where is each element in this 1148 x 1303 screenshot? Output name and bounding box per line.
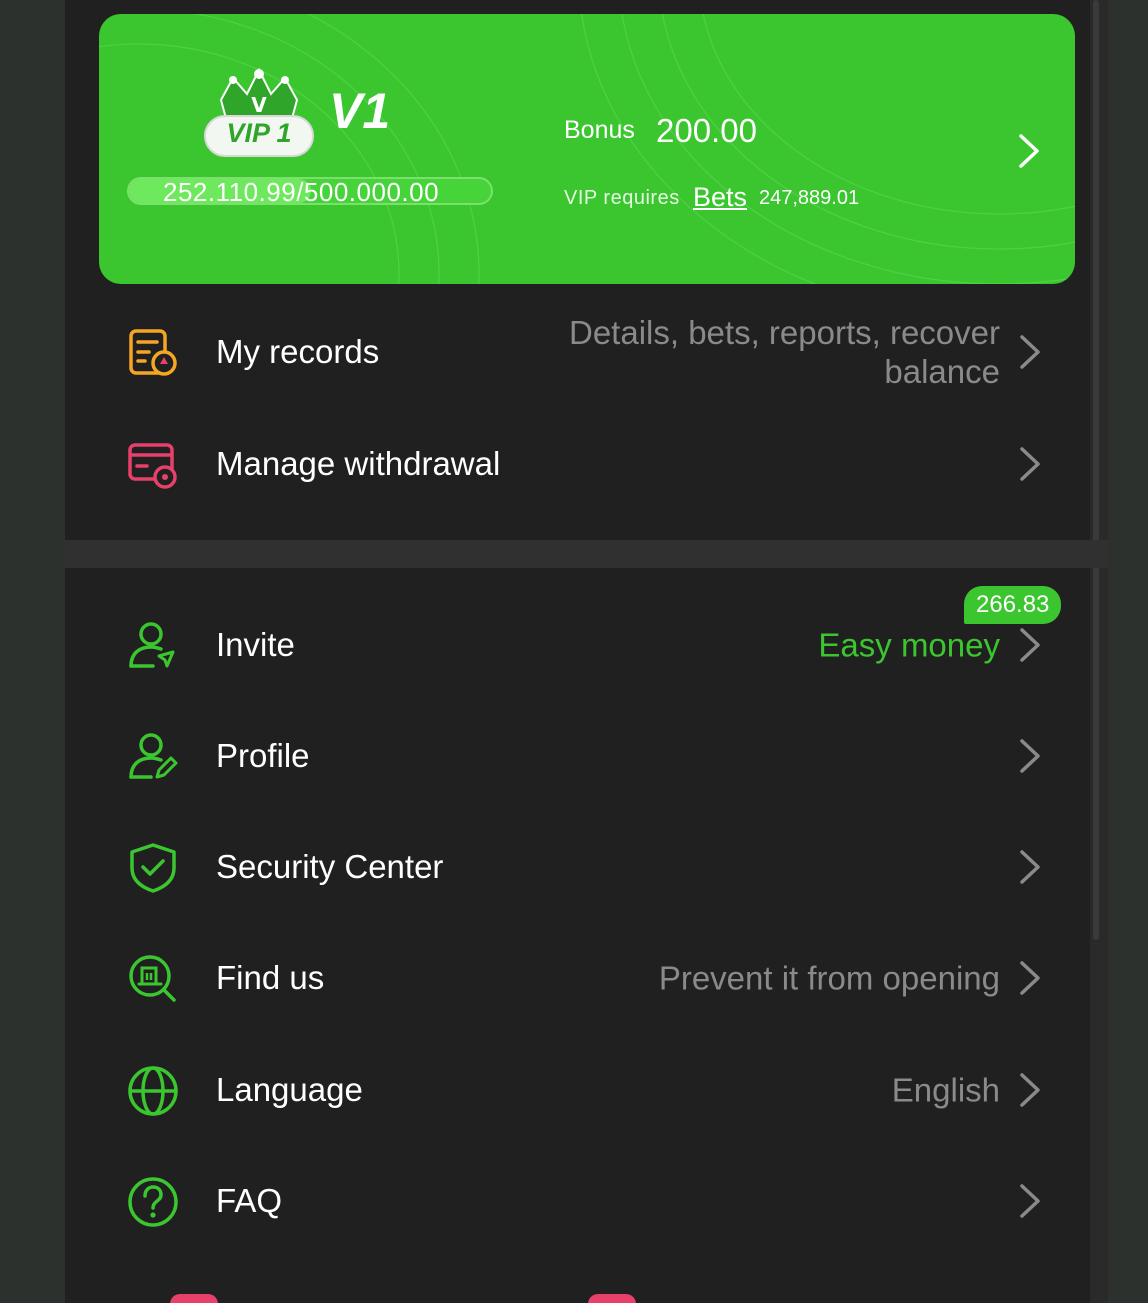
vip-requires-value: 247,889.01: [759, 187, 860, 209]
menu-item-label: Invite: [216, 626, 295, 663]
shield-check-icon: [130, 843, 176, 893]
find-us-hint: Prevent it from opening: [658, 959, 1000, 997]
invite-reward-badge: 266.83: [964, 586, 1062, 624]
vip-level: V1: [329, 83, 391, 139]
question-circle-icon: [128, 1177, 178, 1227]
menu-item-profile[interactable]: Profile: [99, 706, 1075, 806]
invite-hint: Easy money: [818, 626, 1000, 664]
menu-item-security-center[interactable]: Security Center: [99, 817, 1075, 917]
svg-text:V: V: [251, 93, 267, 117]
search-building-icon: [129, 955, 176, 1002]
chevron-right-icon: [1020, 739, 1040, 773]
bottom-nav-indicator[interactable]: [588, 1294, 636, 1303]
bonus-label: Bonus: [564, 116, 635, 144]
records-hint-line1: Details, bets, reports, recover: [569, 314, 1000, 351]
invite-user-icon: [129, 622, 175, 668]
globe-icon: [128, 1066, 178, 1116]
menu-item-language[interactable]: Language English: [99, 1040, 1075, 1140]
menu-item-label: Language: [216, 1071, 363, 1108]
records-hint-line2: balance: [884, 353, 1000, 390]
menu-item-find-us[interactable]: Find us Prevent it from opening: [99, 928, 1075, 1028]
menu-item-label: My records: [216, 333, 380, 370]
vip-crown-icon: V: [204, 67, 314, 157]
menu-item-label: Profile: [216, 737, 310, 774]
chevron-right-icon: [1020, 1073, 1040, 1107]
scrollbar-thumb[interactable]: [1093, 0, 1099, 940]
vip-card[interactable]: V VIP 1 V1 252.110.99/500.000.00 Bonus 2…: [99, 14, 1075, 284]
vip-progress-bar: 252.110.99/500.000.00: [127, 177, 493, 205]
menu-item-manage-withdrawal[interactable]: Manage withdrawal: [99, 414, 1075, 514]
menu-item-my-records[interactable]: My records Details, bets, reports, recov…: [99, 302, 1075, 402]
vip-progress-text: 252.110.99/500.000.00: [163, 177, 440, 205]
records-icon: [129, 329, 177, 376]
card-gear-icon: [128, 443, 177, 489]
chevron-right-icon[interactable]: [1017, 132, 1041, 170]
user-edit-icon: [129, 733, 178, 779]
menu-item-label: Security Center: [216, 848, 444, 885]
language-value: English: [891, 1071, 1000, 1109]
section-divider: [65, 540, 1108, 568]
bets-link[interactable]: Bets: [693, 182, 747, 213]
vip-requires-label: VIP requires: [564, 187, 680, 209]
menu-item-hint: Details, bets, reports, recover balance: [569, 313, 1000, 391]
chevron-right-icon: [1020, 628, 1040, 662]
chevron-right-icon: [1020, 850, 1040, 884]
menu-item-invite[interactable]: Invite Easy money: [99, 595, 1075, 695]
bonus-value: 200.00: [656, 112, 757, 149]
menu-item-label: Manage withdrawal: [216, 445, 501, 482]
vip-badge-text: VIP 1: [226, 118, 292, 148]
chevron-right-icon: [1020, 1184, 1040, 1218]
chevron-right-icon: [1020, 961, 1040, 995]
chevron-right-icon: [1020, 335, 1040, 369]
menu-item-label: FAQ: [216, 1182, 283, 1219]
chevron-right-icon: [1020, 447, 1040, 481]
bottom-nav-indicator[interactable]: [170, 1294, 218, 1303]
menu-item-faq[interactable]: FAQ: [99, 1151, 1075, 1251]
menu-item-label: Find us: [216, 959, 325, 996]
